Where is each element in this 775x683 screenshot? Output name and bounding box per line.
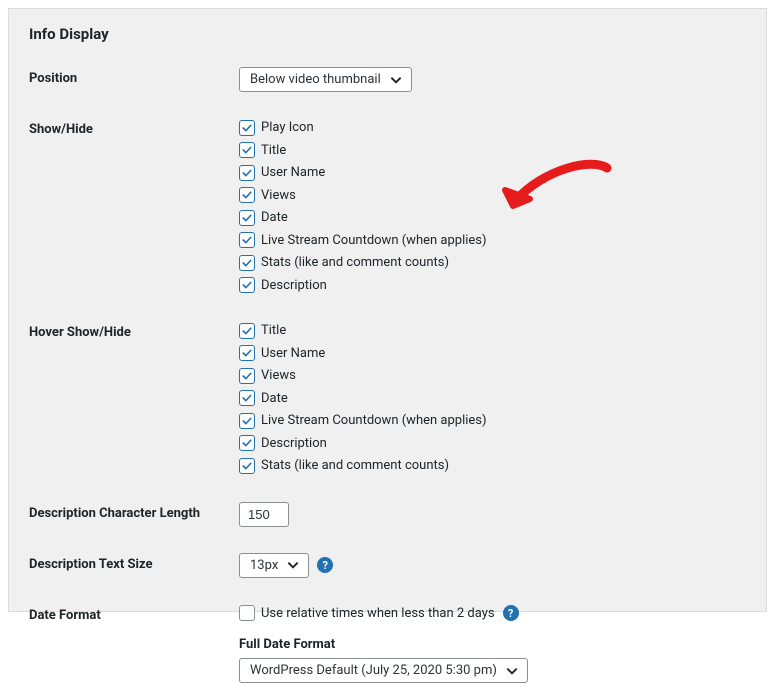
desc-text-size-label: Description Text Size (29, 553, 239, 572)
hover-show-hide-checkbox[interactable] (239, 368, 255, 384)
hover-show-hide-item-label: Views (261, 366, 296, 386)
hover-show-hide-label: Hover Show/Hide (29, 321, 239, 340)
show-hide-item: Play Icon (239, 118, 746, 138)
relative-times-label: Use relative times when less than 2 days (261, 604, 495, 624)
show-hide-item-label: Description (261, 276, 327, 296)
hover-show-hide-item-label: Title (261, 321, 286, 341)
date-format-row: Date Format Use relative times when less… (29, 604, 746, 624)
show-hide-item: Views (239, 186, 746, 206)
hover-show-hide-item: Live Stream Countdown (when applies) (239, 411, 746, 431)
show-hide-item: Title (239, 141, 746, 161)
show-hide-checkbox[interactable] (239, 142, 255, 158)
show-hide-row: Show/Hide Play Icon TitleUser Name ViewsDa… (29, 118, 746, 295)
show-hide-item: Live Stream Countdown (when applies) (239, 231, 746, 251)
show-hide-item: Description (239, 276, 746, 296)
section-title: Info Display (29, 25, 746, 43)
desc-char-length-row: Description Character Length (29, 502, 746, 527)
desc-text-size-row: Description Text Size 13px ? (29, 553, 746, 578)
hover-show-hide-checkbox[interactable] (239, 435, 255, 451)
position-select[interactable]: Below video thumbnail (239, 67, 412, 92)
hover-show-hide-row: Hover Show/Hide Title User NameViews DateL… (29, 321, 746, 476)
hover-show-hide-item: Views (239, 366, 746, 386)
chevron-down-icon (286, 558, 300, 572)
show-hide-item-label: Title (261, 141, 286, 161)
chevron-down-icon (389, 73, 403, 87)
hover-show-hide-item-label: Date (261, 389, 288, 409)
hover-show-hide-item-label: Stats (like and comment counts) (261, 456, 449, 476)
hover-show-hide-item: Date (239, 389, 746, 409)
show-hide-item: User Name (239, 163, 746, 183)
show-hide-checkbox[interactable] (239, 120, 255, 136)
hover-show-hide-item: Title (239, 321, 746, 341)
show-hide-label: Show/Hide (29, 118, 239, 137)
show-hide-item-label: Live Stream Countdown (when applies) (261, 231, 487, 251)
desc-char-length-input[interactable] (239, 502, 289, 527)
show-hide-checkbox[interactable] (239, 255, 255, 271)
desc-char-length-label: Description Character Length (29, 502, 239, 521)
position-select-value: Below video thumbnail (250, 72, 381, 87)
show-hide-list: Play Icon TitleUser Name ViewsDate Live Str… (239, 118, 746, 295)
hover-show-hide-checkbox[interactable] (239, 458, 255, 474)
show-hide-item-label: Stats (like and comment counts) (261, 253, 449, 273)
hover-show-hide-checkbox[interactable] (239, 345, 255, 361)
show-hide-item: Date (239, 208, 746, 228)
hover-show-hide-item: Description (239, 434, 746, 454)
hover-show-hide-item-label: User Name (261, 344, 325, 364)
chevron-down-icon (505, 664, 519, 678)
full-date-format-select[interactable]: WordPress Default (July 25, 2020 5:30 pm… (239, 658, 528, 683)
position-row: Position Below video thumbnail (29, 67, 746, 92)
show-hide-item-label: User Name (261, 163, 325, 183)
show-hide-checkbox[interactable] (239, 232, 255, 248)
desc-text-size-value: 13px (250, 558, 278, 573)
show-hide-checkbox[interactable] (239, 210, 255, 226)
show-hide-checkbox[interactable] (239, 165, 255, 181)
full-date-format-value: WordPress Default (July 25, 2020 5:30 pm… (250, 663, 497, 678)
hover-show-hide-checkbox[interactable] (239, 390, 255, 406)
help-icon[interactable]: ? (317, 557, 333, 573)
show-hide-item-label: Date (261, 208, 288, 228)
relative-times-checkbox[interactable] (239, 605, 255, 621)
show-hide-item-label: Play Icon (261, 118, 314, 138)
hover-show-hide-item: Stats (like and comment counts) (239, 456, 746, 476)
show-hide-checkbox[interactable] (239, 187, 255, 203)
show-hide-item-label: Views (261, 186, 296, 206)
hover-show-hide-list: Title User NameViews DateLive Stream Count… (239, 321, 746, 476)
help-icon[interactable]: ? (503, 605, 519, 621)
info-display-panel: Info Display Position Below video thumbn… (8, 8, 767, 612)
hover-show-hide-item-label: Live Stream Countdown (when applies) (261, 411, 487, 431)
full-date-format-block: Full Date Format WordPress Default (July… (239, 637, 746, 683)
show-hide-item: Stats (like and comment counts) (239, 253, 746, 273)
position-label: Position (29, 67, 239, 86)
hover-show-hide-checkbox[interactable] (239, 323, 255, 339)
hover-show-hide-checkbox[interactable] (239, 413, 255, 429)
show-hide-checkbox[interactable] (239, 277, 255, 293)
full-date-format-label: Full Date Format (239, 637, 746, 652)
hover-show-hide-item: User Name (239, 344, 746, 364)
desc-text-size-select[interactable]: 13px (239, 553, 309, 578)
hover-show-hide-item-label: Description (261, 434, 327, 454)
